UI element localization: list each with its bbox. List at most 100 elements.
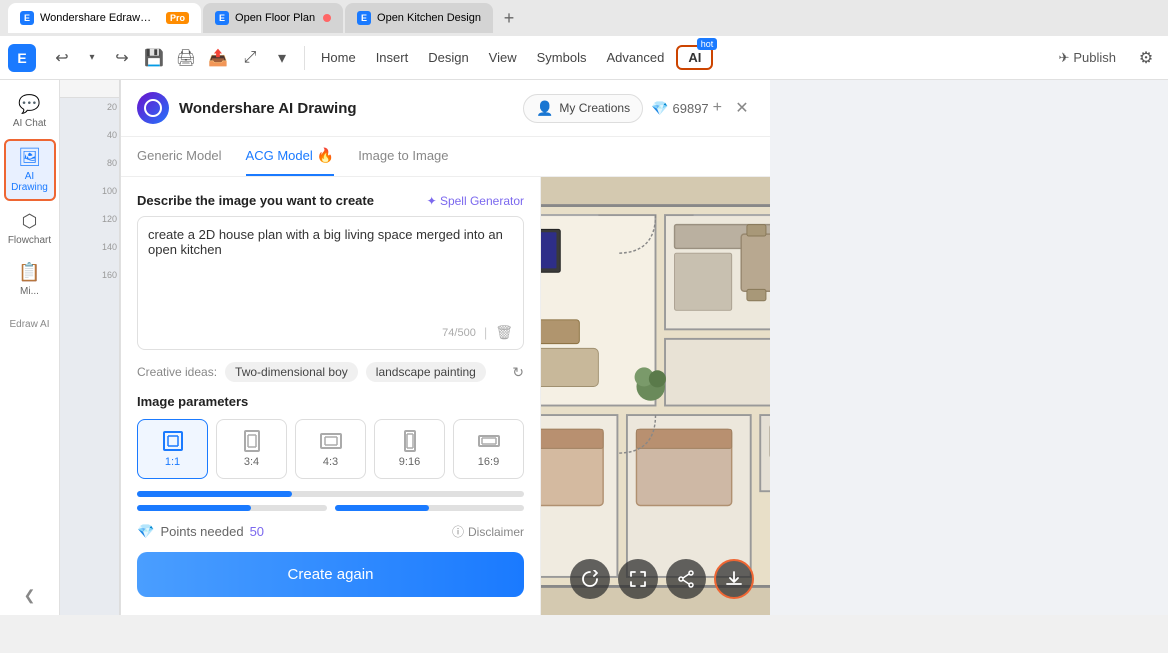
menu-bar: E ↩ ▾ ↪ 💾 🖨 📤 ⤢ ▾ Home Insert Design Vie… — [0, 36, 1168, 80]
disclaimer-button[interactable]: ⓘ Disclaimer — [452, 523, 524, 540]
my-creations-button[interactable]: 👤 My Creations — [523, 94, 643, 123]
creative-chip-1[interactable]: landscape painting — [366, 362, 486, 382]
share-button[interactable]: ⤢ — [236, 44, 264, 72]
regenerate-button[interactable] — [570, 559, 610, 599]
main-layout: 💬 AI Chat 🖼 AI Drawing ⬡ Flowchart 📋 Mi.… — [0, 80, 1168, 615]
ai-header-right: 👤 My Creations 💎 69897 + ✕ — [523, 94, 754, 123]
ai-hot-badge: hot — [697, 38, 718, 50]
tab-openkitchen-label: Open Kitchen Design — [377, 12, 481, 24]
ai-chat-icon: 💬 — [18, 94, 40, 115]
tab-image-to-image[interactable]: Image to Image — [358, 137, 448, 176]
creative-chip-0[interactable]: Two-dimensional boy — [225, 362, 358, 382]
create-again-button[interactable]: Create again — [137, 552, 524, 597]
save-button[interactable]: 💾 — [140, 44, 168, 72]
desc-header: Describe the image you want to create ✦ … — [137, 193, 524, 208]
ratio-3-4[interactable]: 3:4 — [216, 419, 287, 479]
export-button[interactable]: 📤 — [204, 44, 232, 72]
points-add-button[interactable]: + — [713, 99, 722, 117]
spell-generator-button[interactable]: ✦ Spell Generator — [427, 194, 524, 208]
ai-logo-inner — [144, 99, 162, 117]
ratio-grid: 1:1 3:4 — [137, 419, 524, 479]
ai-button-label: AI — [688, 50, 701, 65]
tab-acg-model[interactable]: ACG Model 🔥 — [246, 137, 335, 176]
slider-3[interactable] — [335, 505, 525, 511]
spell-gen-label: ✦ Spell Generator — [427, 194, 524, 208]
nav-design[interactable]: Design — [420, 46, 476, 69]
fullscreen-button[interactable] — [618, 559, 658, 599]
ruler-mark-20: 20 — [107, 102, 117, 112]
ratio-4-3[interactable]: 4:3 — [295, 419, 366, 479]
ratio-4-3-icon — [320, 430, 342, 452]
undo-button[interactable]: ↩ — [48, 44, 76, 72]
sidebar-item-flowchart[interactable]: ⬡ Flowchart — [4, 205, 56, 252]
tab-openfloor[interactable]: E Open Floor Plan — [203, 3, 343, 33]
tab-generic-model[interactable]: Generic Model — [137, 137, 222, 176]
nav-symbols[interactable]: Symbols — [529, 46, 595, 69]
ratio-16-9[interactable]: 16:9 — [453, 419, 524, 479]
slider-1-fill — [137, 491, 292, 497]
redo-button[interactable]: ↪ — [108, 44, 136, 72]
textarea-container: 74/500 | 🗑 — [137, 216, 524, 350]
acg-fire-icon: 🔥 — [317, 147, 334, 164]
image-params-section: Image parameters 1:1 — [137, 394, 524, 479]
download-button[interactable] — [714, 559, 754, 599]
download-icon — [725, 570, 743, 588]
nav-insert[interactable]: Insert — [368, 46, 417, 69]
sidebar-item-mi-label: Mi... — [20, 286, 39, 297]
image-params-label: Image parameters — [137, 394, 248, 409]
creative-ideas-section: Creative ideas: Two-dimensional boy land… — [137, 362, 524, 382]
ai-drawing-icon: 🖼 — [18, 147, 41, 168]
slider-row-1 — [137, 491, 524, 497]
my-creations-icon: 👤 — [536, 100, 553, 117]
share-image-button[interactable] — [666, 559, 706, 599]
disclaimer-icon: ⓘ — [452, 523, 464, 540]
undo-dropdown[interactable]: ▾ — [78, 44, 106, 72]
ai-panel-close-button[interactable]: ✕ — [730, 96, 754, 120]
more-toolbar-button[interactable]: ▾ — [268, 44, 296, 72]
ruler-mark-80: 80 — [107, 158, 117, 168]
undo-redo-group: ↩ ▾ ↪ — [48, 44, 136, 72]
nav-home[interactable]: Home — [313, 46, 364, 69]
ai-menu-button[interactable]: AI hot — [676, 45, 713, 70]
points-needed-label: Points needed — [160, 524, 243, 539]
nav-view[interactable]: View — [481, 46, 525, 69]
sidebar-item-mi[interactable]: 📋 Mi... — [4, 256, 56, 303]
tab-edrawmax-badge: Pro — [166, 12, 189, 24]
creative-ideas-label: Creative ideas: — [137, 365, 217, 379]
description-input[interactable] — [138, 217, 523, 317]
ratio-9-16[interactable]: 9:16 — [374, 419, 445, 479]
ruler-mark-160: 160 — [102, 270, 117, 280]
points-needed-value: 50 — [250, 524, 264, 539]
points-count: 69897 — [673, 101, 709, 116]
regenerate-icon — [581, 570, 599, 588]
ai-panel: Wondershare AI Drawing 👤 My Creations 💎 … — [120, 80, 770, 615]
ratio-16-9-label: 16:9 — [478, 456, 499, 468]
generated-image-container — [541, 177, 770, 615]
slider-2[interactable] — [137, 505, 327, 511]
tab-openkitchen[interactable]: E Open Kitchen Design — [345, 3, 493, 33]
ai-logo — [137, 92, 169, 124]
ai-panel-title: Wondershare AI Drawing — [179, 100, 357, 117]
tab-edrawmax[interactable]: E Wondershare EdrawMax Pro — [8, 3, 201, 33]
slider-1[interactable] — [137, 491, 524, 497]
delete-input-button[interactable]: 🗑 — [495, 324, 513, 341]
flowchart-icon: ⬡ — [22, 211, 38, 232]
sidebar-collapse-button[interactable]: ❮ — [18, 583, 42, 607]
print-button[interactable]: 🖨 — [172, 44, 200, 72]
describe-section: Describe the image you want to create ✦ … — [137, 193, 524, 350]
left-sidebar: 💬 AI Chat 🖼 AI Drawing ⬡ Flowchart 📋 Mi.… — [0, 80, 60, 615]
nav-advanced[interactable]: Advanced — [598, 46, 672, 69]
publish-button[interactable]: ✈ Publish — [1046, 46, 1128, 70]
sidebar-item-ai-drawing[interactable]: 🖼 AI Drawing — [4, 139, 56, 201]
ratio-1-1[interactable]: 1:1 — [137, 419, 208, 479]
creative-ideas-refresh-button[interactable]: ↻ — [512, 364, 524, 381]
ratio-16-9-icon — [478, 430, 500, 452]
app-logo: E — [8, 44, 36, 72]
canvas-area[interactable]: 20 40 80 100 120 140 160 — [60, 80, 120, 615]
fullscreen-icon — [629, 570, 647, 588]
sidebar-item-ai-chat[interactable]: 💬 AI Chat — [4, 88, 56, 135]
add-tab-button[interactable]: + — [495, 4, 523, 32]
settings-button[interactable]: ⚙ — [1132, 44, 1160, 72]
tab-close-dot — [323, 14, 331, 22]
sidebar-item-ai-drawing-label: AI Drawing — [10, 171, 50, 193]
